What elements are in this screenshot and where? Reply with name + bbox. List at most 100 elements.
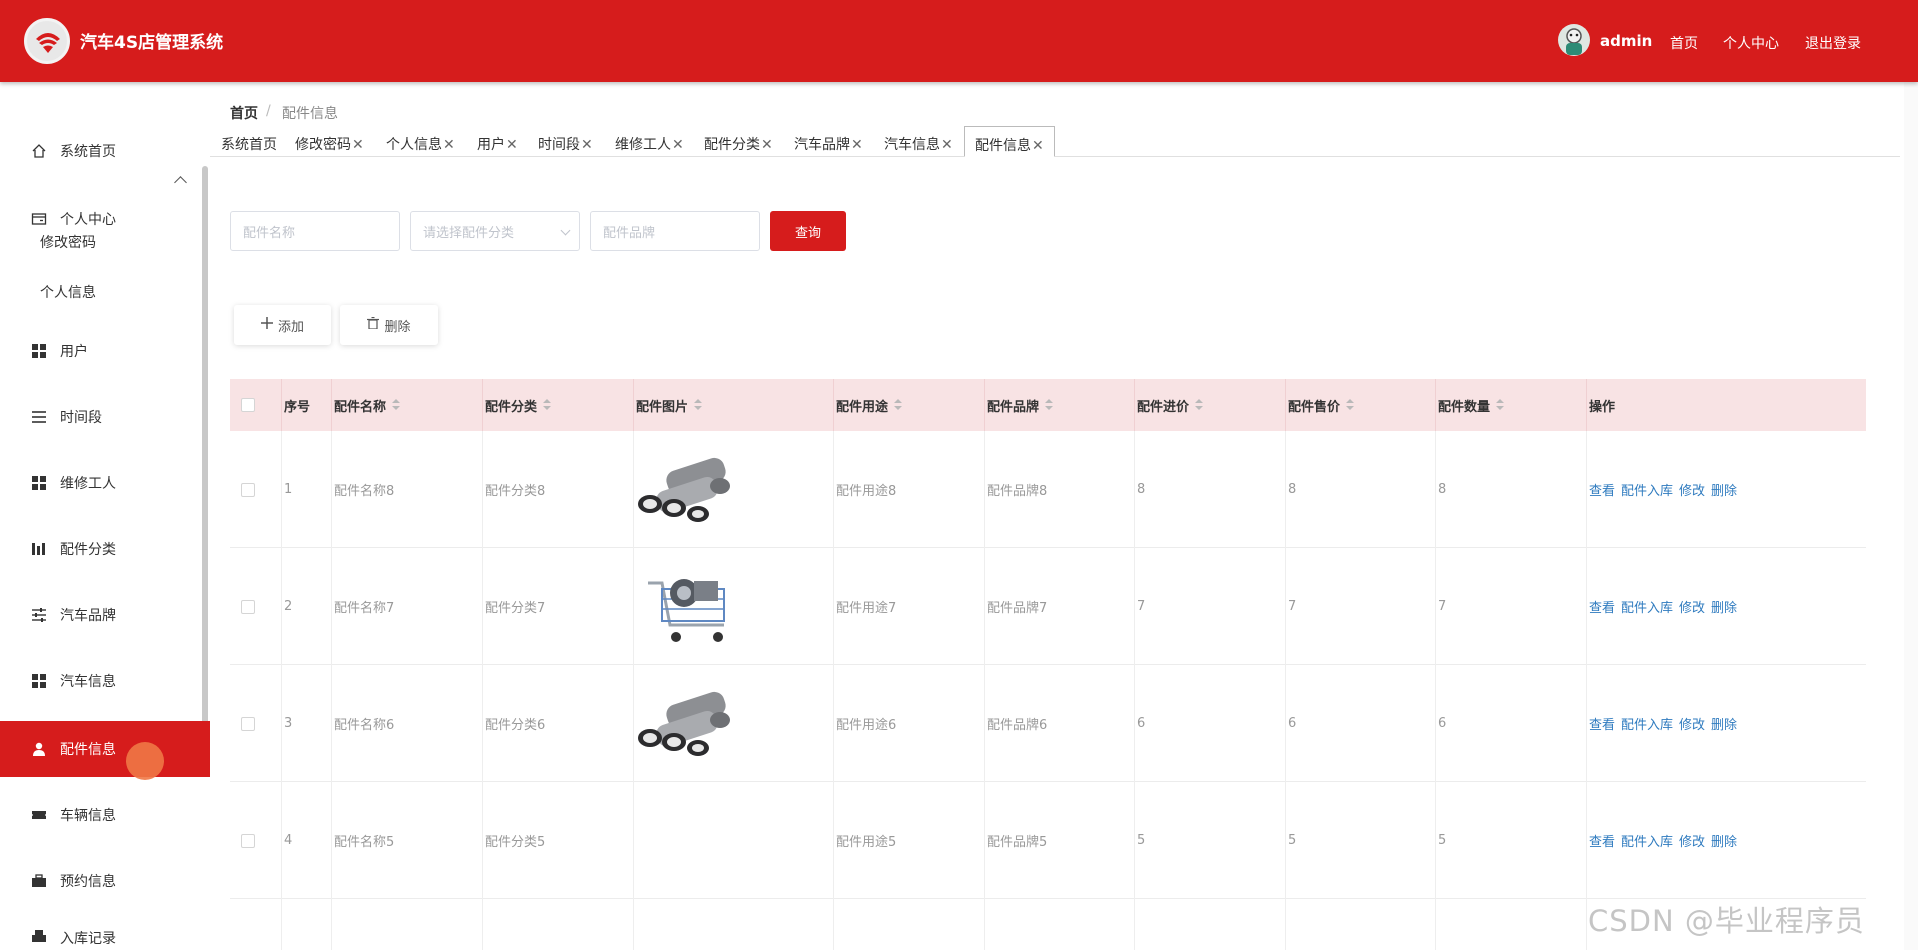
close-icon[interactable]: ✕ bbox=[581, 137, 593, 153]
sidebar-item-stock-records[interactable]: 入库记录 bbox=[0, 920, 210, 950]
tab-repair-workers[interactable]: 维修工人✕ bbox=[615, 134, 684, 154]
view-link[interactable]: 查看 bbox=[1589, 831, 1615, 850]
stock-in-link[interactable]: 配件入库 bbox=[1621, 597, 1673, 616]
tab-system-home[interactable]: 系统首页 bbox=[221, 134, 277, 154]
view-link[interactable]: 查看 bbox=[1589, 714, 1615, 733]
sidebar-item-reservations[interactable]: 预约信息 bbox=[0, 853, 210, 909]
col-part-category[interactable]: 配件分类 bbox=[483, 379, 634, 431]
breadcrumb-current: 配件信息 bbox=[282, 106, 338, 122]
tab-bar: 系统首页 修改密码✕ 个人信息✕ 用户✕ 时间段✕ 维修工人✕ 配件分类✕ 汽车… bbox=[210, 126, 1900, 157]
sort-icon[interactable] bbox=[543, 399, 552, 411]
avatar-icon bbox=[1566, 28, 1582, 55]
close-icon[interactable]: ✕ bbox=[352, 137, 364, 153]
tab-users[interactable]: 用户✕ bbox=[477, 134, 518, 154]
cell-part-image bbox=[634, 782, 834, 899]
sidebar-item-users[interactable]: 用户 bbox=[0, 323, 210, 379]
select-all-checkbox[interactable] bbox=[240, 398, 255, 412]
tab-part-info[interactable]: 配件信息✕ bbox=[964, 126, 1055, 157]
sort-icon[interactable] bbox=[894, 399, 903, 411]
sort-icon[interactable] bbox=[1346, 399, 1355, 411]
close-icon[interactable]: ✕ bbox=[672, 137, 684, 153]
tab-part-categories[interactable]: 配件分类✕ bbox=[704, 134, 773, 154]
query-button[interactable]: 查询 bbox=[770, 211, 846, 251]
stock-in-link[interactable]: 配件入库 bbox=[1621, 714, 1673, 733]
cell-index: 4 bbox=[282, 782, 332, 899]
cell-part-usage: 配件用途5 bbox=[834, 782, 985, 899]
col-part-brand[interactable]: 配件品牌 bbox=[985, 379, 1135, 431]
close-icon[interactable]: ✕ bbox=[941, 137, 953, 153]
edit-link[interactable]: 修改 bbox=[1679, 714, 1705, 733]
sort-icon[interactable] bbox=[1195, 399, 1204, 411]
tab-time-slots[interactable]: 时间段✕ bbox=[538, 134, 593, 154]
cell-quantity: 7 bbox=[1436, 548, 1587, 665]
tab-car-brands[interactable]: 汽车品牌✕ bbox=[794, 134, 863, 154]
header-nav-profile[interactable]: 个人中心 bbox=[1723, 33, 1779, 53]
cell-part-category: 配件分类8 bbox=[483, 431, 634, 548]
edit-link[interactable]: 修改 bbox=[1679, 480, 1705, 499]
tab-change-password[interactable]: 修改密码✕ bbox=[295, 134, 364, 154]
edit-link[interactable]: 修改 bbox=[1679, 831, 1705, 850]
sort-icon[interactable] bbox=[392, 399, 401, 411]
col-sale-price[interactable]: 配件售价 bbox=[1286, 379, 1436, 431]
breadcrumb-separator: / bbox=[266, 103, 271, 119]
sidebar-sub-personal-info[interactable]: 个人信息 bbox=[40, 282, 96, 302]
breadcrumb-home[interactable]: 首页 bbox=[230, 103, 258, 123]
row-checkbox[interactable] bbox=[240, 716, 255, 731]
delete-link[interactable]: 删除 bbox=[1711, 714, 1737, 733]
stock-in-link[interactable]: 配件入库 bbox=[1621, 831, 1673, 850]
sidebar-sub-change-password[interactable]: 修改密码 bbox=[40, 232, 96, 252]
col-quantity[interactable]: 配件数量 bbox=[1436, 379, 1587, 431]
sidebar-item-part-categories[interactable]: 配件分类 bbox=[0, 521, 210, 577]
exhaust-pipes-image[interactable] bbox=[636, 446, 740, 534]
cell-part-name: 配件名称5 bbox=[332, 782, 483, 899]
view-link[interactable]: 查看 bbox=[1589, 480, 1615, 499]
exhaust-pipes-image[interactable] bbox=[636, 680, 740, 768]
close-icon[interactable]: ✕ bbox=[851, 137, 863, 153]
row-checkbox[interactable] bbox=[240, 599, 255, 614]
col-part-image[interactable]: 配件图片 bbox=[634, 379, 834, 431]
part-name-input[interactable]: 配件名称 bbox=[230, 211, 400, 251]
delete-link[interactable]: 删除 bbox=[1711, 480, 1737, 499]
row-checkbox[interactable] bbox=[240, 482, 255, 497]
row-checkbox[interactable] bbox=[240, 833, 255, 848]
table-row: 3 配件名称6 配件分类6 配件用途6 配件品牌6 6 6 6 查看 配件入库 修改… bbox=[230, 665, 1866, 782]
col-part-name[interactable]: 配件名称 bbox=[332, 379, 483, 431]
tab-car-info[interactable]: 汽车信息✕ bbox=[884, 134, 953, 154]
header-nav-logout[interactable]: 退出登录 bbox=[1805, 33, 1861, 53]
sidebar-item-personal-center[interactable]: 个人中心 bbox=[0, 191, 210, 247]
part-brand-input[interactable]: 配件品牌 bbox=[590, 211, 760, 251]
printer-icon bbox=[30, 928, 48, 946]
avatar[interactable] bbox=[1558, 24, 1590, 56]
sidebar-item-car-brands[interactable]: 汽车品牌 bbox=[0, 587, 210, 643]
sidebar-item-part-info[interactable]: 配件信息 bbox=[0, 721, 210, 777]
close-icon[interactable]: ✕ bbox=[761, 137, 773, 153]
sidebar-item-repair-workers[interactable]: 维修工人 bbox=[0, 455, 210, 511]
view-link[interactable]: 查看 bbox=[1589, 597, 1615, 616]
cell-part-image bbox=[634, 665, 834, 782]
sidebar-item-car-info[interactable]: 汽车信息 bbox=[0, 653, 210, 709]
delete-link[interactable]: 删除 bbox=[1711, 831, 1737, 850]
delete-button[interactable]: 删除 bbox=[340, 305, 438, 345]
header-nav-home[interactable]: 首页 bbox=[1670, 33, 1698, 53]
col-part-usage[interactable]: 配件用途 bbox=[834, 379, 985, 431]
edit-link[interactable]: 修改 bbox=[1679, 597, 1705, 616]
sidebar-item-vehicle-info[interactable]: 车辆信息 bbox=[0, 787, 210, 843]
close-icon[interactable]: ✕ bbox=[443, 137, 455, 153]
parts-cart-image[interactable] bbox=[636, 563, 740, 651]
sidebar-item-home[interactable]: 系统首页 bbox=[0, 123, 210, 179]
sort-icon[interactable] bbox=[1496, 399, 1505, 411]
sidebar-item-time-slots[interactable]: 时间段 bbox=[0, 389, 210, 445]
stock-in-link[interactable]: 配件入库 bbox=[1621, 480, 1673, 499]
part-category-select[interactable]: 请选择配件分类 bbox=[410, 211, 580, 251]
sidebar-item-label: 用户 bbox=[60, 344, 88, 360]
page-scrollbar[interactable] bbox=[1904, 82, 1918, 950]
close-icon[interactable]: ✕ bbox=[506, 137, 518, 153]
tab-label: 用户 bbox=[477, 137, 505, 153]
delete-link[interactable]: 删除 bbox=[1711, 597, 1737, 616]
tab-personal-info[interactable]: 个人信息✕ bbox=[386, 134, 455, 154]
close-icon[interactable]: ✕ bbox=[1032, 138, 1044, 154]
sort-icon[interactable] bbox=[694, 399, 703, 411]
sort-icon[interactable] bbox=[1045, 399, 1054, 411]
col-cost-price[interactable]: 配件进价 bbox=[1135, 379, 1286, 431]
add-button[interactable]: 添加 bbox=[234, 305, 331, 345]
